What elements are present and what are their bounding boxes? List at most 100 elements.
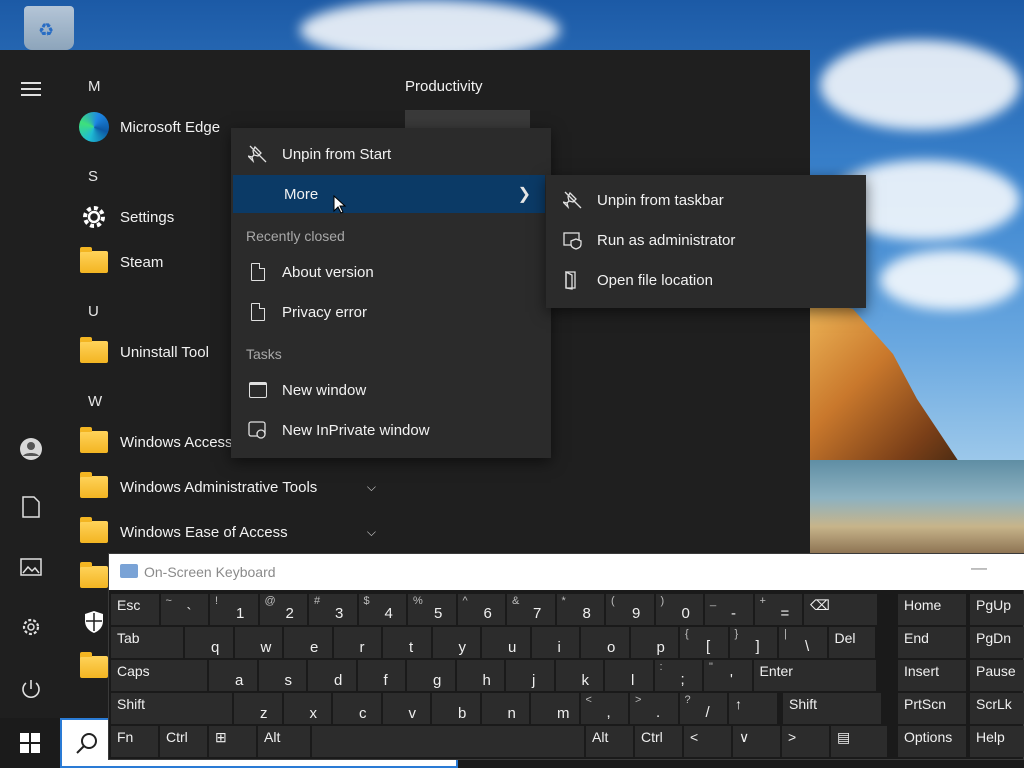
key-shift[interactable]: Shift bbox=[111, 693, 232, 724]
key-options[interactable]: Options bbox=[898, 726, 966, 757]
key-s[interactable]: s bbox=[258, 660, 306, 691]
key-sym[interactable]: ↑ bbox=[729, 693, 777, 724]
key-sym[interactable]: _ - bbox=[705, 594, 753, 625]
key-d[interactable]: d bbox=[308, 660, 356, 691]
key-n[interactable]: n bbox=[481, 693, 529, 724]
key-sym[interactable]: ⌫ bbox=[804, 594, 877, 625]
key-w[interactable]: w bbox=[234, 627, 282, 658]
key-sym[interactable]: ⊞ bbox=[209, 726, 256, 757]
key-e[interactable]: e bbox=[284, 627, 332, 658]
key-sym[interactable]: " ' bbox=[704, 660, 752, 691]
key-h[interactable]: h bbox=[456, 660, 504, 691]
key-sym[interactable]: ? / bbox=[679, 693, 727, 724]
key-8[interactable]: * 8 bbox=[556, 594, 604, 625]
key-sym[interactable]: >. bbox=[630, 693, 678, 724]
key-z[interactable]: z bbox=[234, 693, 282, 724]
osk-title-bar[interactable]: On-Screen Keyboard — bbox=[109, 554, 1024, 590]
key-sym[interactable]: < bbox=[684, 726, 731, 757]
chevron-down-icon[interactable]: ⌵ bbox=[367, 480, 376, 495]
key-esc[interactable]: Esc bbox=[111, 594, 159, 625]
key-sym[interactable] bbox=[312, 726, 584, 757]
unpin-from-start-item[interactable]: Unpin from Start bbox=[231, 135, 551, 173]
key-y[interactable]: y bbox=[432, 627, 480, 658]
key-pause[interactable]: Pause bbox=[970, 660, 1024, 691]
key-sym[interactable]: | \ bbox=[779, 627, 827, 658]
power-icon[interactable] bbox=[12, 670, 50, 708]
chevron-down-icon[interactable]: ⌵ bbox=[367, 525, 376, 540]
key-m[interactable]: m bbox=[531, 693, 579, 724]
app-windows-ease-of-access[interactable]: Windows Ease of Access ⌵ bbox=[78, 513, 388, 551]
pictures-icon[interactable] bbox=[12, 548, 50, 586]
app-tile[interactable] bbox=[405, 110, 530, 130]
section-letter-w[interactable]: W bbox=[88, 393, 102, 410]
section-letter-u[interactable]: U bbox=[88, 303, 99, 320]
start-button[interactable] bbox=[0, 718, 60, 768]
hamburger-menu-icon[interactable] bbox=[12, 70, 50, 108]
key-sym[interactable]: ▤ bbox=[831, 726, 887, 757]
key-tab[interactable]: Tab bbox=[111, 627, 183, 658]
key-l[interactable]: l bbox=[605, 660, 653, 691]
key-t[interactable]: t bbox=[383, 627, 431, 658]
key-sym[interactable]: > bbox=[782, 726, 829, 757]
privacy-error-item[interactable]: Privacy error bbox=[231, 293, 551, 331]
key-i[interactable]: i bbox=[531, 627, 579, 658]
open-file-location-item[interactable]: Open file location bbox=[546, 261, 866, 299]
key-v[interactable]: v bbox=[382, 693, 430, 724]
key-caps[interactable]: Caps bbox=[111, 660, 207, 691]
key-shift[interactable]: Shift bbox=[783, 693, 881, 724]
section-letter-m[interactable]: M bbox=[88, 78, 101, 95]
settings-gear-icon[interactable] bbox=[12, 608, 50, 646]
more-item[interactable]: More ❯ bbox=[233, 175, 545, 213]
key-prtscn[interactable]: PrtScn bbox=[898, 693, 966, 724]
key-a[interactable]: a bbox=[209, 660, 257, 691]
key-7[interactable]: & 7 bbox=[507, 594, 555, 625]
app-windows-administrative-tools[interactable]: Windows Administrative Tools ⌵ bbox=[78, 468, 388, 506]
key-enter[interactable]: Enter bbox=[753, 660, 876, 691]
new-inprivate-window-item[interactable]: New InPrivate window bbox=[231, 411, 551, 449]
key-ctrl[interactable]: Ctrl bbox=[160, 726, 207, 757]
key-u[interactable]: u bbox=[482, 627, 530, 658]
key-o[interactable]: o bbox=[581, 627, 629, 658]
recycle-bin-icon[interactable]: ♻ bbox=[24, 6, 74, 50]
key-r[interactable]: r bbox=[333, 627, 381, 658]
tile-group-title[interactable]: Productivity bbox=[405, 78, 483, 95]
key-ctrl[interactable]: Ctrl bbox=[635, 726, 682, 757]
key-x[interactable]: x bbox=[283, 693, 331, 724]
key-p[interactable]: p bbox=[630, 627, 678, 658]
key-b[interactable]: b bbox=[432, 693, 480, 724]
key-1[interactable]: ! 1 bbox=[210, 594, 258, 625]
key-9[interactable]: (9 bbox=[606, 594, 654, 625]
unpin-from-taskbar-item[interactable]: Unpin from taskbar bbox=[546, 181, 866, 219]
key-j[interactable]: j bbox=[506, 660, 554, 691]
minimize-button[interactable]: — bbox=[971, 560, 987, 578]
key-sym[interactable]: <, bbox=[580, 693, 628, 724]
key-home[interactable]: Home bbox=[898, 594, 966, 625]
key-sym[interactable]: :; bbox=[654, 660, 702, 691]
key-5[interactable]: % 5 bbox=[408, 594, 456, 625]
key-scrlk[interactable]: ScrLk bbox=[970, 693, 1024, 724]
key-sym[interactable]: + = bbox=[754, 594, 802, 625]
key-sym[interactable]: }] bbox=[729, 627, 777, 658]
key-alt[interactable]: Alt bbox=[586, 726, 633, 757]
key-pgup[interactable]: PgUp bbox=[970, 594, 1024, 625]
key-6[interactable]: ^ 6 bbox=[457, 594, 505, 625]
key-0[interactable]: ) 0 bbox=[655, 594, 703, 625]
section-letter-s[interactable]: S bbox=[88, 168, 98, 185]
key-c[interactable]: c bbox=[333, 693, 381, 724]
key-sym[interactable]: ~ ` bbox=[160, 594, 208, 625]
key-end[interactable]: End bbox=[898, 627, 966, 658]
key-k[interactable]: k bbox=[555, 660, 603, 691]
run-as-administrator-item[interactable]: Run as administrator bbox=[546, 221, 866, 259]
new-window-item[interactable]: New window bbox=[231, 371, 551, 409]
key-pgdn[interactable]: PgDn bbox=[970, 627, 1024, 658]
user-account-icon[interactable] bbox=[12, 430, 50, 468]
key-4[interactable]: $4 bbox=[358, 594, 406, 625]
key-g[interactable]: g bbox=[407, 660, 455, 691]
key-sym[interactable]: {[ bbox=[680, 627, 728, 658]
key-del[interactable]: Del bbox=[828, 627, 875, 658]
key-insert[interactable]: Insert bbox=[898, 660, 966, 691]
key-help[interactable]: Help bbox=[970, 726, 1024, 757]
key-q[interactable]: q bbox=[185, 627, 233, 658]
key-f[interactable]: f bbox=[357, 660, 405, 691]
key-alt[interactable]: Alt bbox=[258, 726, 310, 757]
